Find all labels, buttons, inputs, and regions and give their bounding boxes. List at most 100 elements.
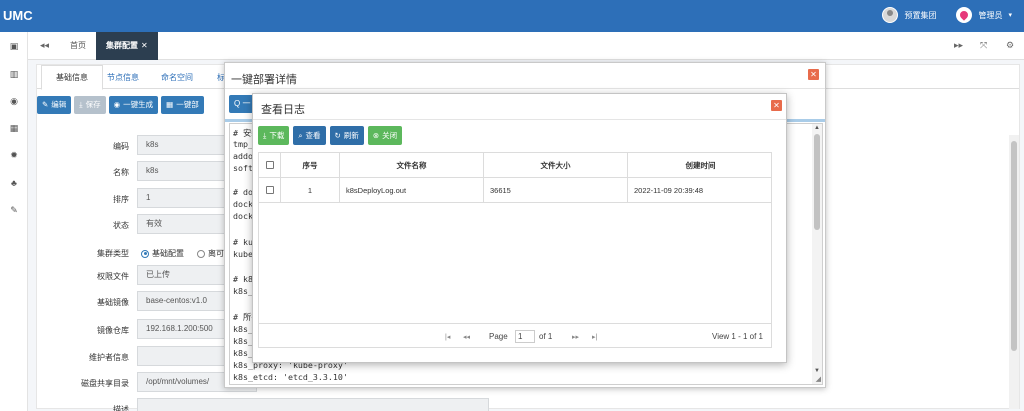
scroll-down-icon[interactable]: ▼ <box>814 368 820 374</box>
col-created-time[interactable]: 创建时间 <box>628 153 773 178</box>
refresh-icon: ↻ <box>334 131 341 140</box>
registry-label: 镜像仓库 <box>97 326 129 335</box>
page-scrollbar-thumb[interactable] <box>1011 141 1017 351</box>
page-number-input[interactable]: 1 <box>515 330 535 343</box>
nav-sitemap-icon[interactable]: ♣ <box>0 178 28 192</box>
user-location-icon[interactable] <box>956 7 973 23</box>
row-index: 1 <box>281 178 340 203</box>
scroll-up-icon[interactable]: ▲ <box>814 125 820 131</box>
permission-file-label: 权限文件 <box>97 272 129 281</box>
row-checkbox[interactable] <box>266 186 274 194</box>
tab-strip: ◂◂ 首页 集群配置 ✕ ▸▸ ⤧ ⚙ <box>28 32 1024 60</box>
code-line: addo <box>233 151 253 161</box>
select-all-checkbox[interactable] <box>266 161 274 169</box>
maintainer-label: 维护者信息 <box>89 353 129 362</box>
first-page-icon[interactable]: |◂ <box>445 333 450 341</box>
user-menu-caret-icon[interactable]: ▾ <box>1008 11 1012 19</box>
edit-icon: ✎ <box>42 100 49 109</box>
cluster-switch-label[interactable]: 预置集团 <box>904 10 936 21</box>
generate-button[interactable]: ◉ 一键生成 <box>108 96 159 114</box>
deploy-button[interactable]: ▦ 一键部 <box>161 96 204 114</box>
last-page-icon[interactable]: ▸| <box>592 333 597 341</box>
subtab-node-info[interactable]: 节点信息 <box>107 72 139 83</box>
deploy-detail-close-icon[interactable]: ✕ <box>808 69 819 80</box>
fullscreen-icon[interactable]: ⤧ <box>980 40 987 51</box>
generate-icon: ◉ <box>113 100 121 109</box>
cluster-avatar-icon[interactable] <box>882 7 899 23</box>
refresh-button-label: 刷新 <box>343 131 359 140</box>
left-nav: ▣ ▥ ◉ ▦ ✹ ♣ ✎ <box>0 32 28 411</box>
code-line: tmp_ <box>233 139 253 149</box>
save-button[interactable]: ⤓ 保存 <box>74 96 106 114</box>
subtab-namespace[interactable]: 命名空间 <box>161 72 193 83</box>
view-button[interactable]: ⌕ 查看 <box>293 126 326 145</box>
page-scrollbar[interactable] <box>1009 135 1019 409</box>
tab-scroll-right-icon[interactable]: ▸▸ <box>954 40 963 51</box>
tab-scroll-left-icon[interactable]: ◂◂ <box>40 40 49 51</box>
app-logo: UMC <box>3 8 33 23</box>
resize-handle-icon[interactable]: ◢ <box>816 375 821 383</box>
close-button[interactable]: ⊗ 关闭 <box>367 126 403 145</box>
next-page-icon[interactable]: ▸▸ <box>572 333 579 341</box>
view-button-label: 查看 <box>305 131 321 140</box>
code-scrollbar[interactable]: ▲ ▼ <box>812 124 822 384</box>
row-file-size: 36615 <box>484 178 628 203</box>
nav-bank-icon[interactable]: ▥ <box>0 69 28 83</box>
top-bar: UMC 预置集团 管理员 ▾ <box>0 0 1024 32</box>
radio-offline[interactable]: 离可 <box>197 248 224 259</box>
col-index[interactable]: 序号 <box>281 153 340 178</box>
tab-cluster-config[interactable]: 集群配置 ✕ <box>96 32 158 60</box>
share-dir-label: 磁盘共享目录 <box>81 379 129 388</box>
deploy-button-label: 一键部 <box>176 100 199 109</box>
close-icon[interactable]: ✕ <box>141 41 148 50</box>
tab-home[interactable]: 首页 <box>60 32 96 60</box>
base-image-label: 基础镜像 <box>97 298 129 307</box>
generate-button-label: 一键生成 <box>123 100 154 109</box>
form-row-description: 描述 <box>37 398 489 411</box>
nav-list-icon[interactable]: ▦ <box>0 123 28 137</box>
deploy-detail-header: 一键部署详情 ✕ <box>225 63 825 89</box>
description-label: 描述 <box>113 405 129 411</box>
gear-icon[interactable]: ⚙ <box>1006 40 1014 51</box>
page-count-label: of 1 <box>539 332 553 341</box>
table-header: 序号 文件名称 文件大小 创建时间 <box>259 153 771 178</box>
radio-checked-icon <box>141 249 149 258</box>
page-label: Page <box>489 332 508 341</box>
view-log-close-icon[interactable]: ✕ <box>771 100 782 111</box>
tab-cluster-config-label: 集群配置 <box>106 41 138 50</box>
nav-dashboard-icon[interactable]: ▣ <box>0 41 28 55</box>
row-select-cell <box>259 178 281 203</box>
edit-button-label: 编辑 <box>51 100 67 109</box>
close-button-label: 关闭 <box>382 131 398 140</box>
radio-basic-config[interactable]: 基础配置 <box>141 248 184 259</box>
code-line: k8s_etcd: 'etcd_3.3.10' <box>233 372 348 382</box>
user-menu-label[interactable]: 管理员 <box>978 10 1002 21</box>
row-file-name: k8sDeployLog.out <box>340 178 484 203</box>
deploy-detail-title: 一键部署详情 <box>231 74 297 86</box>
table-row[interactable]: 1 k8sDeployLog.out 36615 2022-11-09 20:3… <box>259 178 771 203</box>
nav-gear-icon[interactable]: ✹ <box>0 150 28 164</box>
deploy-icon: ▦ <box>166 100 174 109</box>
col-file-name[interactable]: 文件名称 <box>340 153 484 178</box>
edit-button[interactable]: ✎ 编辑 <box>37 96 72 114</box>
download-button[interactable]: ⤓ 下载 <box>258 126 290 145</box>
col-file-size[interactable]: 文件大小 <box>484 153 628 178</box>
table-pager: |◂ ◂◂ Page 1 of 1 ▸▸ ▸| View 1 - 1 of 1 <box>259 323 771 348</box>
subtab-basic-info[interactable]: 基础信息 <box>41 65 103 90</box>
cluster-type-label: 集群类型 <box>97 249 129 258</box>
download-icon: ⤓ <box>263 131 267 140</box>
radio-unchecked-icon <box>197 249 205 258</box>
description-field[interactable] <box>137 398 489 411</box>
status-label: 状态 <box>113 221 129 230</box>
page-toolbar: ✎ 编辑 ⤓ 保存 ◉ 一键生成 ▦ 一键部 <box>37 96 204 114</box>
row-created-time: 2022-11-09 20:39:48 <box>634 186 704 195</box>
code-scrollbar-thumb[interactable] <box>814 134 820 230</box>
radio-basic-config-label: 基础配置 <box>152 249 184 258</box>
topbar-right: 预置集团 管理员 ▾ <box>882 7 1012 23</box>
nav-eye-icon[interactable]: ◉ <box>0 96 28 110</box>
prev-page-icon[interactable]: ◂◂ <box>463 333 470 341</box>
view-log-dialog: 查看日志 ✕ ⤓ 下载 ⌕ 查看 ↻ 刷新 ⊗ 关闭 序号 文件名称 文件大小 创建时间… <box>252 93 787 363</box>
nav-wrench-icon[interactable]: ✎ <box>0 205 28 219</box>
refresh-button[interactable]: ↻ 刷新 <box>329 126 364 145</box>
save-button-label: 保存 <box>85 100 101 109</box>
